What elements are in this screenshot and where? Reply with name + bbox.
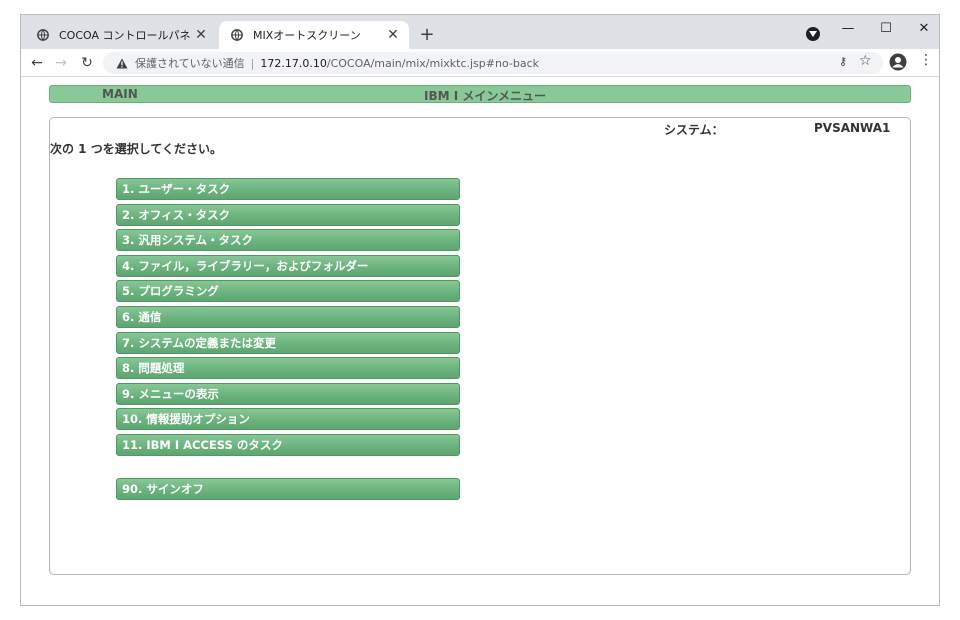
menu-option-ibm-i-access[interactable]: 11. IBM I ACCESS のタスク (116, 434, 460, 456)
tab-mix-autoscreen[interactable]: MIXオートスクリーン ✕ (219, 21, 409, 49)
url-separator: | (250, 56, 255, 70)
new-tab-button[interactable]: + (417, 25, 437, 45)
globe-icon (229, 27, 245, 43)
tab-title: MIXオートスクリーン (253, 29, 361, 42)
page-title: IBM I メインメニュー (424, 89, 547, 103)
menu-option-sign-off[interactable]: 90. サインオフ (116, 477, 460, 500)
url-path: /COCOA/main/mix/mixktc.jsp#no-back (326, 56, 539, 70)
system-value: PVSANWA1 (814, 121, 891, 135)
menu-option-office-tasks[interactable]: 2. オフィス・タスク (116, 203, 460, 226)
forward-arrow-icon[interactable]: → (51, 53, 71, 73)
window-close-icon[interactable]: ✕ (909, 19, 939, 39)
menu-option-info-assistant[interactable]: 10. 情報援助オプション (116, 408, 460, 431)
url-host: 172.17.0.10 (260, 56, 327, 70)
instruction-text: 次の 1 つを選択してください。 (50, 142, 222, 156)
close-icon[interactable]: ✕ (383, 27, 403, 43)
reload-icon[interactable]: ↻ (77, 53, 97, 73)
screen-header-bar: MAIN IBM I メインメニュー (49, 85, 911, 103)
menu-option-display-menu[interactable]: 9. メニューの表示 (116, 382, 460, 405)
menu-id: MAIN (102, 87, 138, 101)
browser-toolbar: ← → ↻ 保護されていない通信 | 172.17.0.10/COCOA/mai… (21, 49, 939, 77)
menu-option-programming[interactable]: 5. プログラミング (116, 280, 460, 303)
tab-cocoa-control-panel[interactable]: COCOA コントロールパネル ✕ (25, 21, 217, 49)
key-icon[interactable]: ⚷ (839, 55, 847, 68)
menu-option-user-tasks[interactable]: 1. ユーザー・タスク (116, 178, 460, 200)
star-icon[interactable]: ☆ (859, 53, 872, 69)
globe-icon (35, 27, 51, 43)
system-label: システム： (664, 123, 724, 137)
menu-option-general-system[interactable]: 3. 汎用システム・タスク (116, 229, 460, 252)
maximize-icon[interactable]: ☐ (871, 19, 901, 39)
minimize-icon[interactable]: — (833, 19, 863, 39)
page-content: MAIN IBM I メインメニュー システム： PVSANWA1 次の 1 つ… (21, 77, 939, 605)
browser-window: COCOA コントロールパネル ✕ MIXオートスクリーン ✕ + — ☐ ✕ … (20, 14, 940, 606)
tab-title: COCOA コントロールパネル (59, 29, 191, 42)
menu-option-define-system[interactable]: 7. システムの定義または変更 (116, 331, 460, 354)
address-bar[interactable]: 保護されていない通信 | 172.17.0.10/COCOA/main/mix/… (103, 52, 883, 74)
back-arrow-icon[interactable]: ← (27, 53, 47, 73)
menu-option-problem-handling[interactable]: 8. 問題処理 (116, 357, 460, 380)
tab-strip: COCOA コントロールパネル ✕ MIXオートスクリーン ✕ + — ☐ ✕ (21, 15, 939, 49)
menu-panel: システム： PVSANWA1 次の 1 つを選択してください。 1. ユーザー・… (49, 117, 911, 575)
profile-indicator-icon[interactable] (806, 27, 820, 41)
kebab-menu-icon[interactable]: ⋮ (919, 52, 933, 68)
warning-triangle-icon[interactable] (115, 56, 129, 70)
menu-option-communications[interactable]: 6. 通信 (116, 306, 460, 328)
menu-option-files-libraries[interactable]: 4. ファイル，ライブラリー，およびフォルダー (116, 254, 460, 277)
close-icon[interactable]: ✕ (191, 27, 211, 43)
account-circle-icon[interactable] (889, 53, 907, 71)
insecure-label: 保護されていない通信 (135, 57, 245, 70)
